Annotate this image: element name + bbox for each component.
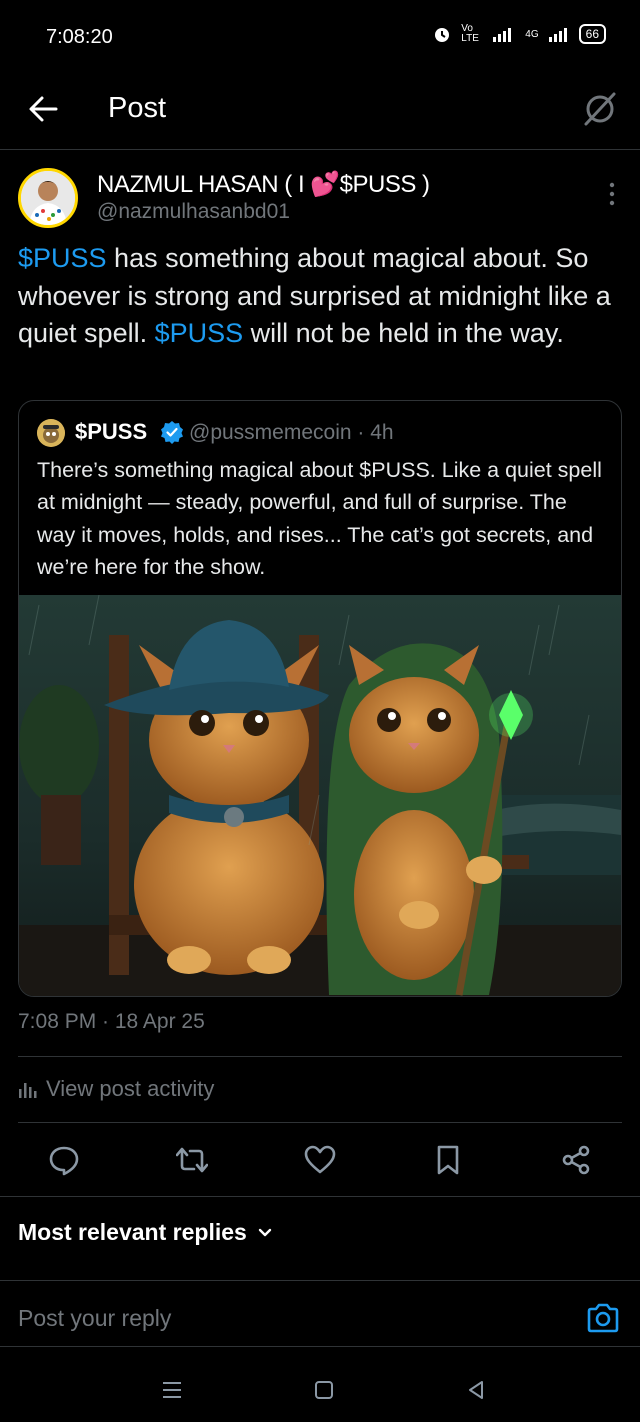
post-text-segment: will not be held in the way. [243,318,564,348]
divider [0,1346,640,1347]
activity-label: View post activity [46,1076,215,1101]
post-text: $PUSS has something about magical about.… [18,240,618,353]
two-cats-wizard-image[interactable] [19,595,621,997]
repost-icon[interactable] [176,1144,208,1176]
author-avatar[interactable] [18,168,78,228]
menu-icon[interactable] [160,1378,184,1402]
reply-icon[interactable] [48,1144,80,1176]
post-actions [0,1140,640,1180]
divider [18,1122,622,1123]
divider [0,1196,640,1197]
divider [0,1280,640,1281]
status-bar: 7:08:20 Vo LTE 4G 66 [0,0,640,72]
author-handle[interactable]: @nazmulhasanbd01 [97,200,290,224]
divider [18,1056,622,1057]
quote-author-name: $PUSS [75,419,148,444]
like-icon[interactable] [304,1144,336,1176]
status-icons: Vo LTE 4G 66 [433,24,606,44]
signal-icon [493,28,512,42]
more-options-icon[interactable] [608,182,616,206]
share-icon[interactable] [560,1144,592,1176]
status-time: 7:08:20 [46,26,113,48]
cashtag-link[interactable]: $PUSS [18,243,107,273]
quote-handle-time: @pussmemecoin · 4h [189,421,394,444]
quoted-post[interactable]: $PUSS @pussmemecoin · 4h There’s somethi… [18,400,622,997]
network-label: Vo LTE [461,23,479,44]
camera-icon[interactable] [586,1302,620,1334]
cashtag-link[interactable]: $PUSS [155,318,244,348]
home-icon[interactable] [312,1378,336,1402]
alarm-icon [435,28,450,42]
replies-sort-label: Most relevant replies [18,1219,247,1245]
page-title: Post [108,92,167,124]
back-arrow-icon[interactable] [24,90,62,128]
chevron-down-icon [258,1228,272,1236]
analytics-icon [19,1083,37,1098]
battery-icon: 66 [578,24,606,44]
reply-input[interactable]: Post your reply [18,1305,171,1332]
grok-icon[interactable] [580,88,620,128]
post-timestamp: 7:08 PM · 18 Apr 25 [18,1010,205,1033]
replies-sort-dropdown[interactable]: Most relevant replies [18,1219,273,1246]
author-name[interactable]: NAZMUL HASAN ( I 💕$PUSS ) [97,170,430,199]
signal-icon-2 [548,28,567,42]
signal-label: 4G [525,28,539,40]
bookmark-icon[interactable] [432,1144,464,1176]
quote-avatar [37,419,65,447]
top-bar: Post [0,72,640,150]
system-nav-bar [0,1360,640,1422]
quote-text: There’s something magical about $PUSS. L… [37,458,602,579]
view-post-activity[interactable]: View post activity [18,1076,214,1102]
verified-badge-icon [161,421,183,444]
back-icon[interactable] [464,1378,488,1402]
